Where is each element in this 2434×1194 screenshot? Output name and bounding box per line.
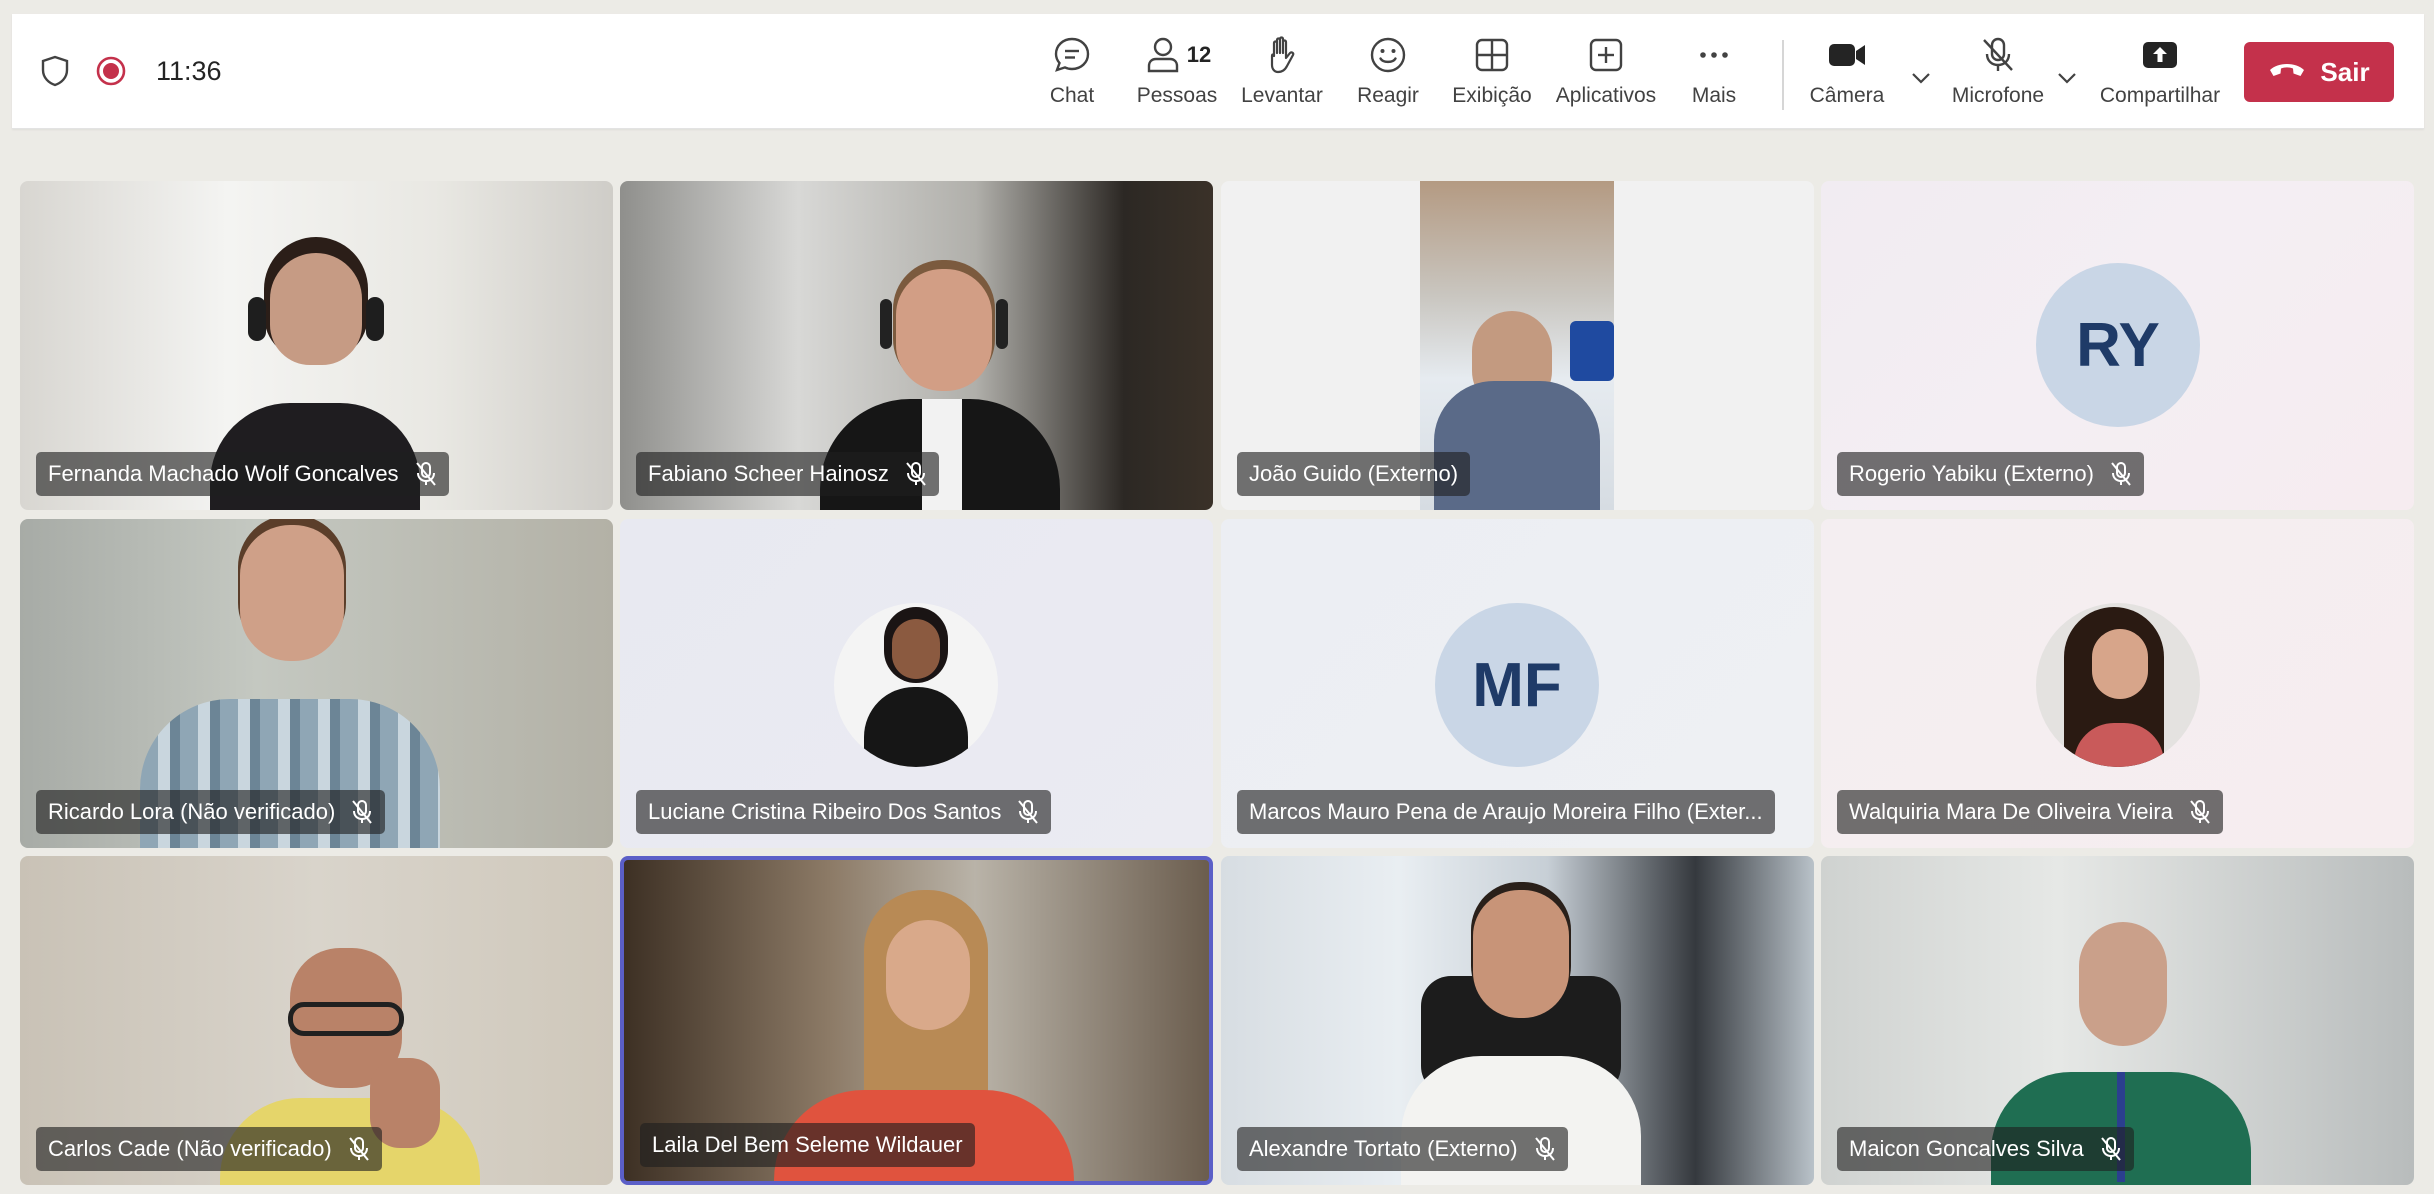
participant-nameplate: João Guido (Externo) — [1237, 452, 1471, 496]
participant-nameplate: Maicon Goncalves Silva — [1837, 1127, 2134, 1171]
mic-muted-icon — [1534, 1137, 1555, 1161]
participant-nameplate: Carlos Cade (Não verificado) — [36, 1127, 382, 1171]
participant-nameplate: Luciane Cristina Ribeiro Dos Santos — [636, 790, 1052, 834]
participant-nameplate: Walquiria Mara De Oliveira Vieira — [1837, 790, 2223, 834]
participant-avatar — [834, 603, 998, 767]
participant-nameplate: Rogerio Yabiku (Externo) — [1837, 452, 2144, 496]
participant-avatar: RY — [2036, 263, 2200, 427]
mic-muted-icon — [348, 1137, 369, 1161]
mic-muted-icon — [352, 800, 373, 824]
participant-nameplate: Ricardo Lora (Não verificado) — [36, 790, 386, 834]
mic-muted-icon — [2190, 800, 2210, 824]
participant-nameplate: Fabiano Scheer Hainosz — [636, 452, 939, 496]
participant-tile[interactable]: Maicon Goncalves Silva — [1821, 856, 2414, 1185]
participant-tile[interactable]: Fabiano Scheer Hainosz — [620, 181, 1213, 510]
mic-muted-icon — [1018, 800, 1039, 824]
mic-muted-icon — [906, 462, 926, 486]
participant-tile[interactable]: MF Marcos Mauro Pena de Araujo Moreira F… — [1221, 519, 1814, 848]
participant-tile[interactable]: RY Rogerio Yabiku (Externo) — [1821, 181, 2414, 510]
participant-tile[interactable]: João Guido (Externo) — [1221, 181, 1814, 510]
participant-tile[interactable]: Fernanda Machado Wolf Goncalves — [20, 181, 613, 510]
participant-tile-active-speaker[interactable]: Laila Del Bem Seleme Wildauer — [620, 856, 1213, 1185]
participant-tile[interactable]: Luciane Cristina Ribeiro Dos Santos — [620, 519, 1213, 848]
participant-nameplate: Alexandre Tortato (Externo) — [1237, 1127, 1568, 1171]
mic-muted-icon — [2101, 1137, 2121, 1161]
participant-nameplate: Fernanda Machado Wolf Goncalves — [36, 452, 449, 496]
participant-nameplate: Marcos Mauro Pena de Araujo Moreira Filh… — [1237, 790, 1775, 834]
participant-tile[interactable]: Carlos Cade (Não verificado) — [20, 856, 613, 1185]
participant-avatar: MF — [1435, 603, 1599, 767]
participant-tile[interactable]: Walquiria Mara De Oliveira Vieira — [1821, 519, 2414, 848]
mic-muted-icon — [2111, 462, 2131, 486]
participant-tile[interactable]: Ricardo Lora (Não verificado) — [20, 519, 613, 848]
participant-tile[interactable]: Alexandre Tortato (Externo) — [1221, 856, 1814, 1185]
mic-muted-icon — [415, 462, 436, 486]
participant-nameplate: Laila Del Bem Seleme Wildauer — [640, 1123, 975, 1167]
participant-grid: Fernanda Machado Wolf Goncalves Fabiano … — [0, 0, 2434, 1194]
participant-avatar — [2036, 603, 2200, 767]
